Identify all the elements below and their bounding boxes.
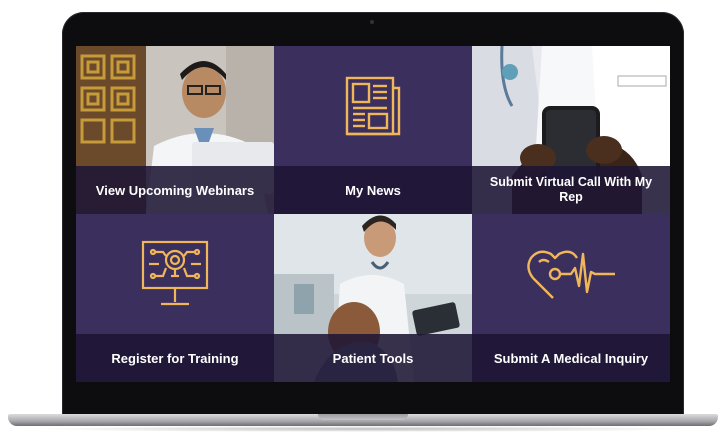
tile-submit-virtual-call[interactable]: Submit Virtual Call With My Rep	[472, 46, 670, 214]
tile-patient-tools[interactable]: Patient Tools	[274, 214, 472, 382]
tile-register-for-training[interactable]: Register for Training	[76, 214, 274, 382]
tile-view-upcoming-webinars[interactable]: View Upcoming Webinars	[76, 46, 274, 214]
heart-stethoscope-icon	[527, 250, 615, 299]
icon-area	[472, 214, 670, 334]
tile-caption: Submit Virtual Call With My Rep	[472, 166, 670, 214]
tile-caption: Submit A Medical Inquiry	[472, 334, 670, 382]
laptop-shadow	[30, 426, 696, 432]
newspaper-icon	[345, 76, 401, 136]
tile-submit-medical-inquiry[interactable]: Submit A Medical Inquiry	[472, 214, 670, 382]
laptop-notch	[318, 414, 408, 420]
camera-dot	[370, 20, 374, 24]
presentation-board-icon	[141, 240, 209, 306]
tile-caption: My News	[274, 166, 472, 214]
tile-caption: Register for Training	[76, 334, 274, 382]
tile-caption: Patient Tools	[274, 334, 472, 382]
tile-grid: View Upcoming Webinars My News Submit Vi…	[76, 46, 670, 382]
icon-area	[76, 214, 274, 334]
icon-area	[274, 46, 472, 166]
tile-my-news[interactable]: My News	[274, 46, 472, 214]
tile-caption: View Upcoming Webinars	[76, 166, 274, 214]
